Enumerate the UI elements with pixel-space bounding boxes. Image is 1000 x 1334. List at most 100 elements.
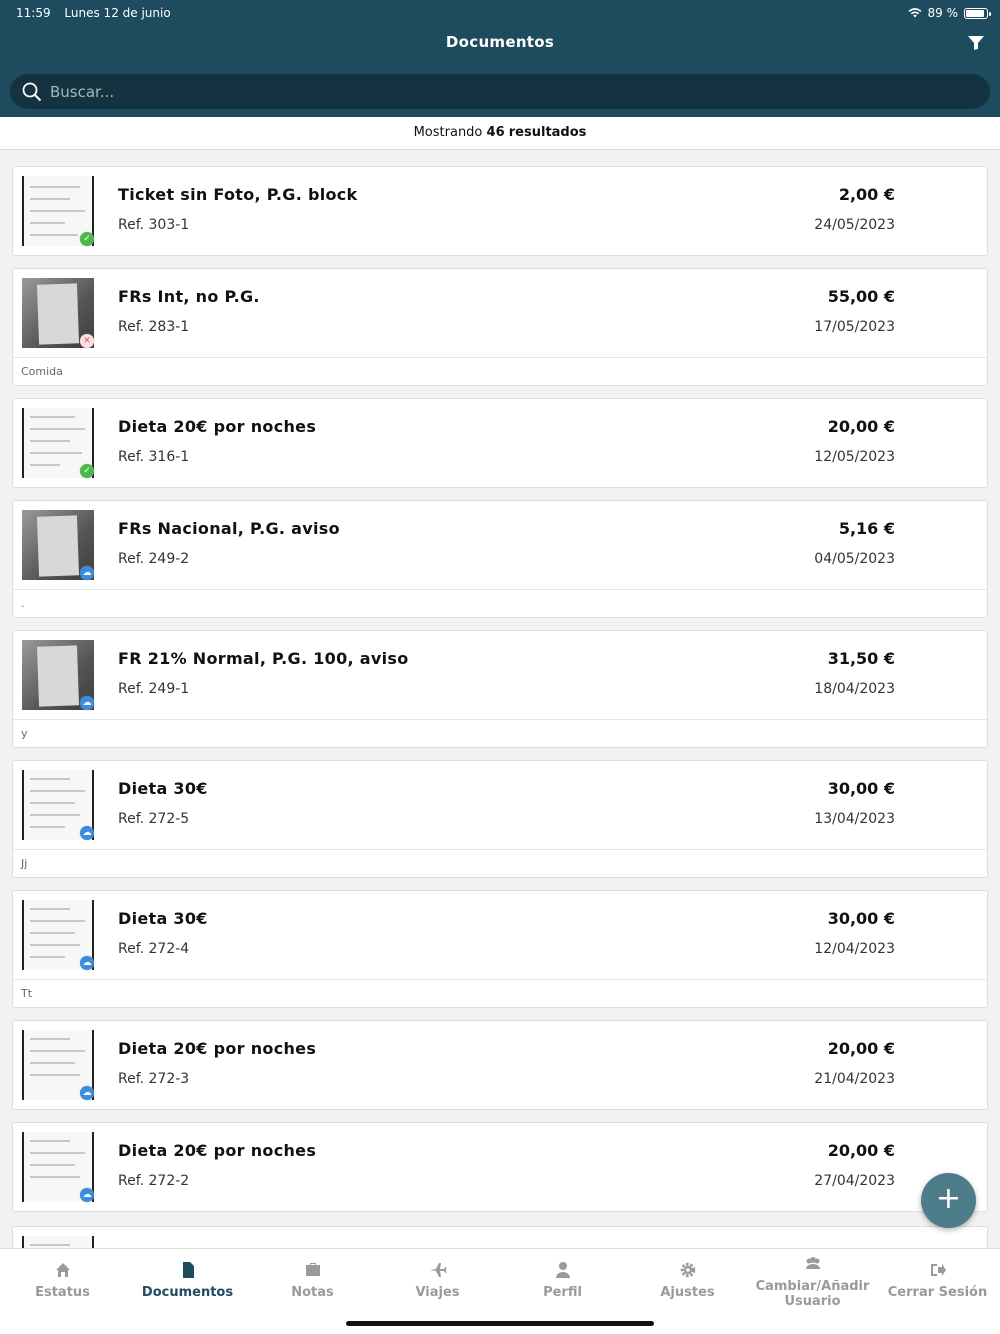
document-ref: Ref. 249-2 (118, 551, 190, 567)
document-title: Dieta 20€ por noches (118, 1141, 317, 1160)
document-card[interactable]: ✓ Ticket sin Foto, P.G. block Ref. 303-1… (12, 166, 988, 256)
document-amount: 2,00 € (838, 185, 895, 204)
document-amount: 30,00 € (827, 779, 895, 798)
document-icon (182, 1262, 194, 1278)
document-title: Dieta 20€ por noches (118, 417, 317, 436)
page-title: Documentos (445, 33, 555, 51)
document-amount: 20,00 € (827, 1141, 895, 1160)
document-card[interactable]: ☁ Dieta 20€ por noches Ref. 272-3 20,00 … (12, 1020, 988, 1110)
tab-label: Notas (291, 1285, 334, 1300)
document-amount: 31,50 € (827, 649, 895, 668)
document-ref: Ref. 272-2 (118, 1173, 190, 1189)
app-header: 11:59 Lunes 12 de junio 89 % Documentos (0, 0, 1000, 117)
document-thumbnail (22, 1236, 94, 1248)
tab-cerrar-sesion[interactable]: Cerrar Sesión (875, 1249, 1000, 1334)
tab-documentos[interactable]: Documentos (125, 1249, 250, 1334)
users-icon (805, 1257, 820, 1269)
check-icon: ✓ (80, 232, 94, 246)
briefcase-icon (305, 1263, 320, 1276)
document-ref: Ref. 272-4 (118, 941, 190, 957)
document-title: FR 21% Normal, P.G. 100, aviso (118, 649, 409, 668)
document-date: 24/05/2023 (814, 217, 895, 233)
document-title: Dieta 30€ (118, 779, 208, 798)
search-icon (22, 82, 42, 101)
document-card[interactable] (12, 1226, 988, 1248)
cloud-icon: ☁ (80, 1188, 94, 1202)
document-ref: Ref. 272-5 (118, 811, 190, 827)
plane-icon (429, 1263, 446, 1277)
document-ref: Ref. 272-3 (118, 1071, 190, 1087)
document-date: 17/05/2023 (814, 319, 895, 335)
document-card[interactable]: ☁ Dieta 20€ por noches Ref. 272-2 20,00 … (12, 1122, 988, 1212)
gear-icon (680, 1262, 695, 1278)
document-title: Dieta 20€ por noches (118, 1039, 317, 1058)
tab-label: Perfil (543, 1285, 582, 1300)
document-title: FRs Int, no P.G. (118, 287, 260, 306)
document-list: ✓ Ticket sin Foto, P.G. block Ref. 303-1… (0, 150, 1000, 1248)
logout-icon (930, 1264, 946, 1276)
document-card[interactable]: ✕ FRs Int, no P.G. Ref. 283-1 55,00 € 17… (12, 268, 988, 386)
document-amount: 20,00 € (827, 417, 895, 436)
check-icon: ✓ (80, 464, 94, 478)
tab-label: Documentos (141, 1285, 234, 1300)
results-summary: Mostrando 46 resultados (0, 117, 1000, 150)
document-date: 27/04/2023 (814, 1173, 895, 1189)
cloud-icon: ☁ (80, 826, 94, 840)
cloud-icon: ☁ (80, 956, 94, 970)
status-time: 11:59 (16, 6, 51, 20)
tab-label: Viajes (415, 1285, 460, 1300)
document-date: 13/04/2023 (814, 811, 895, 827)
document-card[interactable]: ✓ Dieta 20€ por noches Ref. 316-1 20,00 … (12, 398, 988, 488)
document-card[interactable]: ☁ Dieta 30€ Ref. 272-4 30,00 € 12/04/202… (12, 890, 988, 1008)
document-amount: 55,00 € (827, 287, 895, 306)
document-ref: Ref. 316-1 (118, 449, 190, 465)
user-icon (555, 1262, 570, 1278)
document-date: 12/05/2023 (814, 449, 895, 465)
battery-icon (964, 7, 991, 19)
document-amount: 30,00 € (827, 909, 895, 928)
document-title: FRs Nacional, P.G. aviso (118, 519, 340, 538)
document-date: 04/05/2023 (814, 551, 895, 567)
document-note: y (13, 719, 987, 747)
battery-percent: 89 % (927, 6, 959, 20)
search-bar[interactable] (10, 74, 990, 109)
status-bar: 11:59 Lunes 12 de junio 89 % (16, 4, 991, 22)
document-amount: 20,00 € (827, 1039, 895, 1058)
cloud-icon: ☁ (80, 1086, 94, 1100)
document-title: Dieta 30€ (118, 909, 208, 928)
tab-label: Ajustes (660, 1285, 715, 1300)
document-note: Tt (13, 979, 987, 1007)
document-card[interactable]: ☁ FR 21% Normal, P.G. 100, aviso Ref. 24… (12, 630, 988, 748)
results-suffix: resultados (508, 125, 587, 140)
document-ref: Ref. 249-1 (118, 681, 190, 697)
document-card[interactable]: ☁ FRs Nacional, P.G. aviso Ref. 249-2 5,… (12, 500, 988, 618)
cloud-icon: ☁ (80, 566, 94, 580)
document-note: Comida (13, 357, 987, 385)
wifi-icon (908, 8, 921, 18)
document-date: 21/04/2023 (814, 1071, 895, 1087)
tab-label: Cambiar/Añadir Usuario (755, 1279, 870, 1309)
results-count: 46 (486, 125, 505, 140)
document-date: 12/04/2023 (814, 941, 895, 957)
document-note: . (13, 589, 987, 617)
document-note: Jj (13, 849, 987, 877)
document-ref: Ref. 283-1 (118, 319, 190, 335)
cloud-icon: ☁ (80, 696, 94, 710)
filter-icon[interactable] (968, 36, 984, 50)
tab-cambiar-usuario[interactable]: Cambiar/Añadir Usuario (750, 1249, 875, 1334)
document-card[interactable]: ☁ Dieta 30€ Ref. 272-5 30,00 € 13/04/202… (12, 760, 988, 878)
tab-label: Cerrar Sesión (887, 1285, 988, 1300)
tab-label: Estatus (35, 1285, 90, 1300)
add-document-button[interactable]: + (921, 1173, 976, 1228)
document-date: 18/04/2023 (814, 681, 895, 697)
document-ref: Ref. 303-1 (118, 217, 190, 233)
search-input[interactable] (50, 82, 950, 101)
status-date: Lunes 12 de junio (64, 6, 171, 20)
home-indicator (346, 1321, 654, 1326)
document-title: Ticket sin Foto, P.G. block (118, 185, 358, 204)
results-prefix: Mostrando (413, 125, 483, 140)
document-amount: 5,16 € (838, 519, 895, 538)
error-icon: ✕ (80, 334, 94, 348)
home-icon (55, 1263, 70, 1277)
tab-estatus[interactable]: Estatus (0, 1249, 125, 1334)
